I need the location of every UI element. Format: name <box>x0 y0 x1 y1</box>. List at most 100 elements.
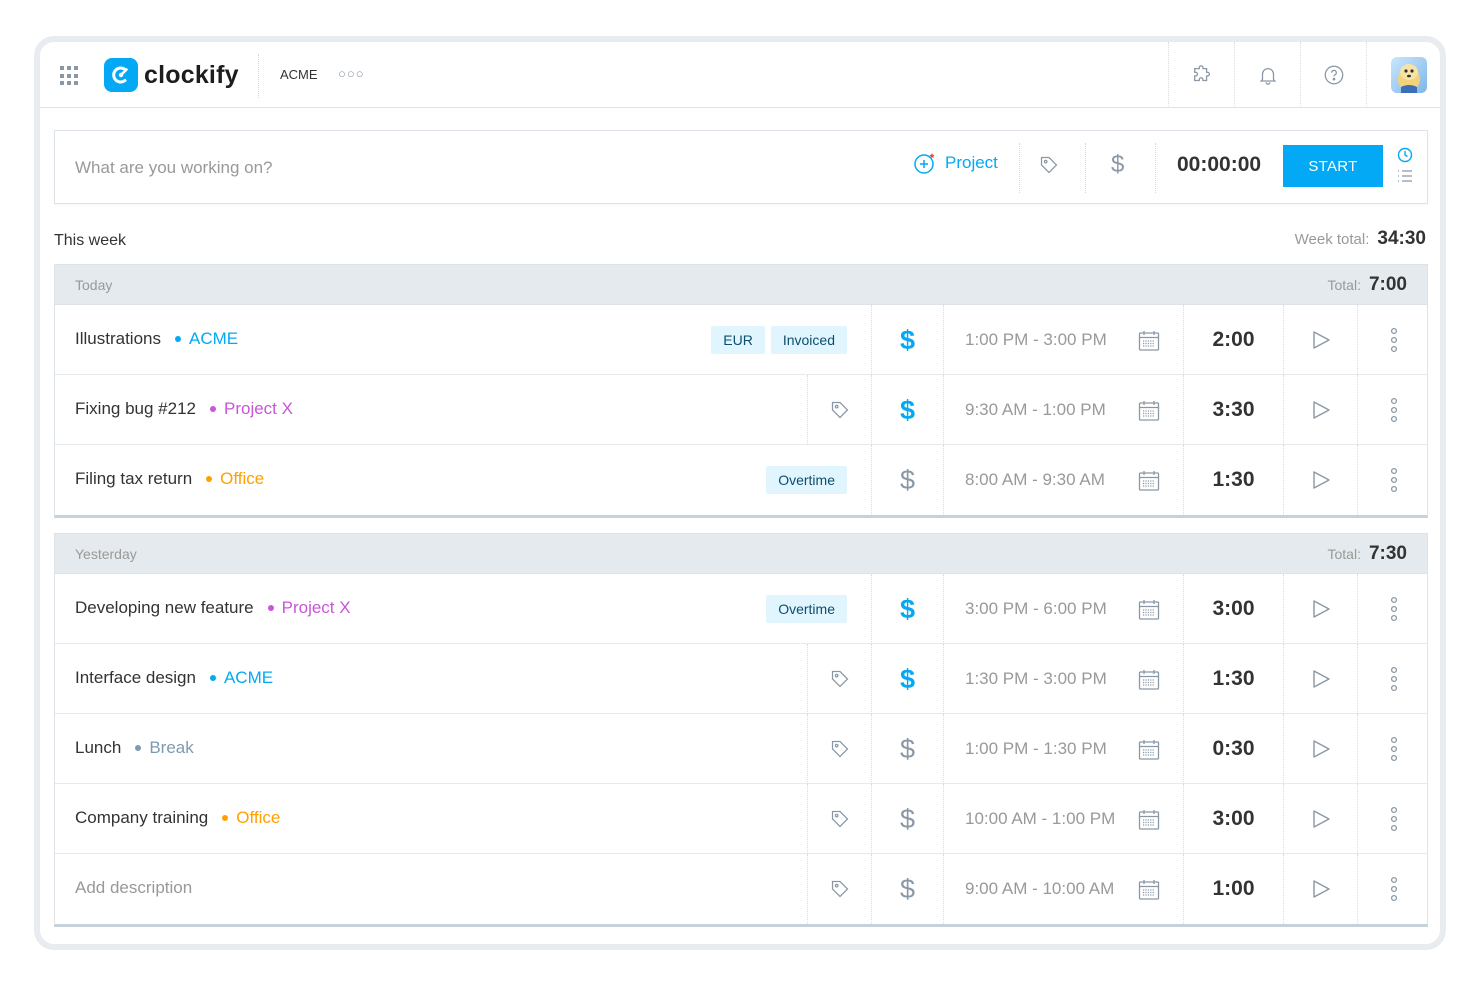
entry-duration[interactable]: 3:00 <box>1183 574 1283 644</box>
tag-badge[interactable]: Overtime <box>766 595 847 623</box>
project-dot <box>135 745 142 751</box>
tag-badge[interactable]: EUR <box>711 326 765 354</box>
tag-button[interactable] <box>807 854 871 924</box>
billable-toggle[interactable]: $ <box>871 644 943 714</box>
entry-duration[interactable]: 3:30 <box>1183 375 1283 445</box>
divider <box>1019 143 1020 193</box>
entry-description[interactable]: Filing tax return <box>75 469 192 489</box>
entry-duration[interactable]: 3:00 <box>1183 784 1283 854</box>
entry-project[interactable]: Break <box>135 738 194 758</box>
billable-toggle[interactable]: $ <box>871 784 943 854</box>
more-button[interactable] <box>1357 644 1429 714</box>
more-button[interactable] <box>1357 305 1429 375</box>
project-picker[interactable]: Project <box>913 151 998 175</box>
entry-duration[interactable]: 0:30 <box>1183 714 1283 784</box>
entry-project[interactable]: ACME <box>209 668 274 688</box>
entry-description[interactable]: Developing new feature <box>75 598 254 618</box>
continue-button[interactable] <box>1283 574 1357 644</box>
more-button[interactable] <box>1357 574 1429 644</box>
continue-button[interactable] <box>1283 375 1357 445</box>
continue-button[interactable] <box>1283 644 1357 714</box>
date-picker-button[interactable] <box>1137 878 1161 907</box>
tag-button[interactable] <box>807 644 871 714</box>
entry-project[interactable]: Project X <box>209 399 293 419</box>
workspace-more-icon[interactable]: ○○○ <box>338 66 365 81</box>
entry-description[interactable]: Illustrations <box>75 329 161 349</box>
continue-button[interactable] <box>1283 305 1357 375</box>
continue-button[interactable] <box>1283 445 1357 515</box>
entry-description[interactable]: Interface design <box>75 668 196 688</box>
entry-description[interactable]: Lunch <box>75 738 121 758</box>
timer-display[interactable]: 00:00:00 <box>1177 153 1261 177</box>
entry-project[interactable]: Office <box>206 469 264 489</box>
entry-duration[interactable]: 1:00 <box>1183 854 1283 924</box>
entry-description-cell: Developing new feature Project X <box>75 598 351 618</box>
calendar-icon <box>1138 670 1160 690</box>
start-button[interactable]: START <box>1283 145 1383 187</box>
time-range: 10:00 AM - 1:00 PM <box>965 809 1116 828</box>
entry-tags[interactable]: Overtime <box>766 466 847 494</box>
timer-mode-button[interactable] <box>1397 147 1413 168</box>
billable-toggle[interactable]: $ <box>871 445 943 515</box>
entry-tags[interactable]: EUR Invoiced <box>711 326 847 354</box>
tag-button[interactable] <box>807 714 871 784</box>
date-picker-button[interactable] <box>1137 329 1161 358</box>
date-picker-button[interactable] <box>1137 399 1161 428</box>
entry-project[interactable]: Project X <box>267 598 351 618</box>
entry-project[interactable]: Office <box>222 808 280 828</box>
billable-toggle[interactable]: $ <box>871 574 943 644</box>
workspace-name[interactable]: ACME <box>280 67 318 82</box>
more-button[interactable] <box>1357 445 1429 515</box>
tag-button[interactable] <box>1039 155 1059 180</box>
list-icon <box>1398 170 1412 182</box>
time-range: 3:00 PM - 6:00 PM <box>965 599 1107 618</box>
more-button[interactable] <box>1357 854 1429 924</box>
more-button[interactable] <box>1357 714 1429 784</box>
more-button[interactable] <box>1357 784 1429 854</box>
entry-description[interactable]: Add description <box>75 878 192 898</box>
tag-badge[interactable]: Overtime <box>766 466 847 494</box>
entry-description[interactable]: Fixing bug #212 <box>75 399 196 419</box>
project-name: ACME <box>223 668 274 687</box>
entry-tags[interactable]: Overtime <box>766 595 847 623</box>
date-picker-button[interactable] <box>1137 469 1161 498</box>
continue-button[interactable] <box>1283 854 1357 924</box>
week-total-label: Week total: <box>1294 231 1370 248</box>
continue-button[interactable] <box>1283 714 1357 784</box>
billable-toggle[interactable]: $ <box>871 375 943 445</box>
entry-description[interactable]: Company training <box>75 808 208 828</box>
date-picker-button[interactable] <box>1137 598 1161 627</box>
day-label: Today <box>75 276 113 293</box>
tag-button[interactable] <box>807 375 871 445</box>
date-picker-button[interactable] <box>1137 738 1161 767</box>
tag-button[interactable] <box>807 784 871 854</box>
date-picker-button[interactable] <box>1137 808 1161 837</box>
help-button[interactable] <box>1300 42 1366 108</box>
entry-duration[interactable]: 1:30 <box>1183 445 1283 515</box>
billable-toggle[interactable]: $ <box>871 305 943 375</box>
manual-mode-button[interactable] <box>1397 169 1413 188</box>
tag-badge[interactable]: Invoiced <box>770 326 847 354</box>
description-input[interactable] <box>75 153 775 183</box>
apps-grid-icon[interactable] <box>60 66 80 86</box>
more-vertical-icon <box>1390 327 1397 353</box>
entry-project[interactable]: ACME <box>174 329 238 349</box>
billable-toggle[interactable]: $ <box>871 854 943 924</box>
profile-button[interactable] <box>1366 42 1440 108</box>
notifications-button[interactable] <box>1234 42 1300 108</box>
calendar-icon <box>1138 740 1160 760</box>
entry-description-cell: Lunch Break <box>75 738 194 758</box>
billable-toggle[interactable]: $ <box>1111 151 1124 179</box>
extension-button[interactable] <box>1168 42 1234 108</box>
billable-toggle[interactable]: $ <box>871 714 943 784</box>
play-icon <box>1312 740 1330 758</box>
project-dot <box>206 476 213 482</box>
entry-duration[interactable]: 2:00 <box>1183 305 1283 375</box>
date-picker-button[interactable] <box>1137 668 1161 697</box>
more-vertical-icon <box>1390 876 1397 902</box>
day-total-label: Total: <box>1327 276 1361 293</box>
logo[interactable]: clockify <box>104 58 239 92</box>
entry-duration[interactable]: 1:30 <box>1183 644 1283 714</box>
continue-button[interactable] <box>1283 784 1357 854</box>
more-button[interactable] <box>1357 375 1429 445</box>
